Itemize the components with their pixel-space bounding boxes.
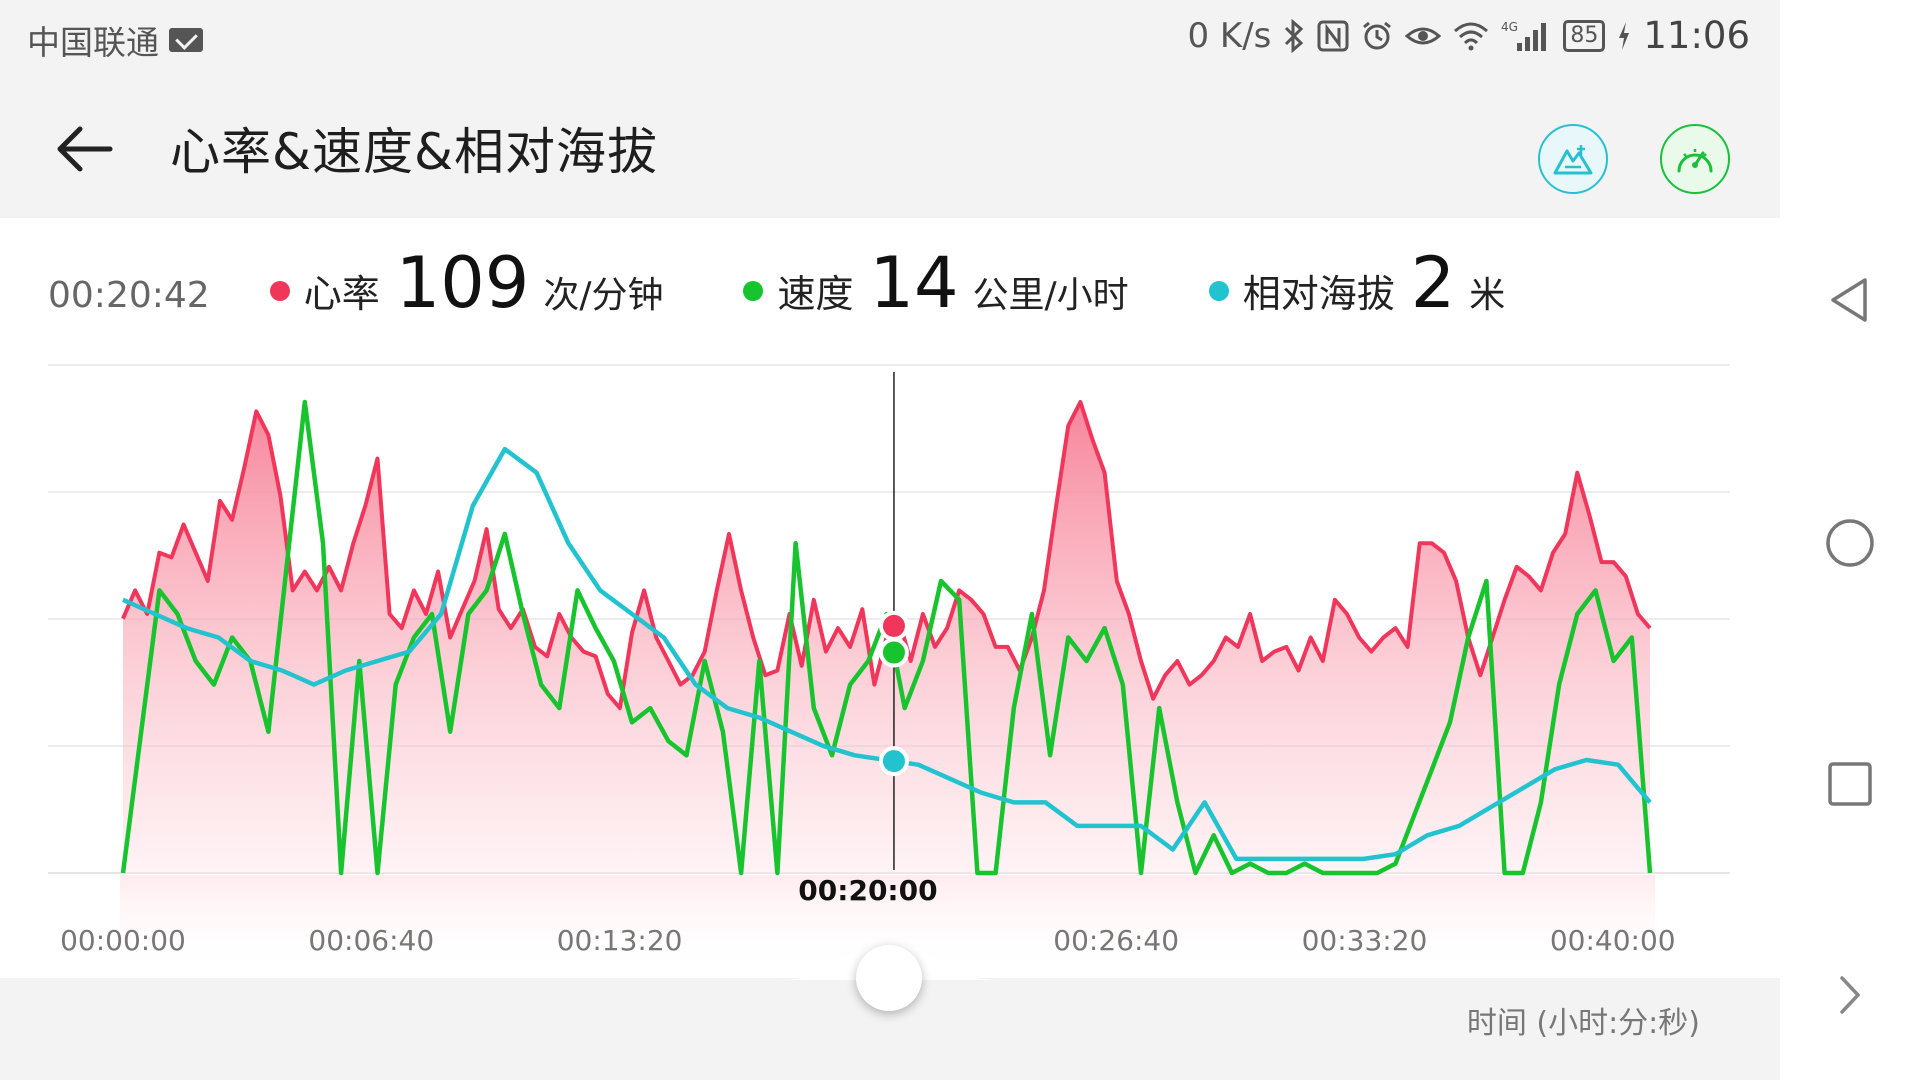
nav-expand-button[interactable] (1810, 955, 1890, 1035)
x-tick-label: 00:33:20 (1302, 924, 1428, 957)
system-nav-bar (1780, 0, 1920, 1080)
nav-back-button[interactable] (1810, 260, 1890, 340)
triangle-back-icon (1831, 278, 1867, 322)
x-tick-label: 00:00:00 (60, 924, 186, 957)
heart-rate-cursor-dot (878, 610, 909, 641)
x-tick-label: 00:13:20 (557, 924, 683, 957)
x-tick-label: 00:06:40 (308, 924, 434, 957)
x-axis-title: 时间 (小时:分:秒) (1466, 1006, 1700, 1041)
cursor-time-label: 00:20:00 (798, 874, 937, 907)
x-tick-label: 00:26:40 (1053, 924, 1179, 957)
chart-svg[interactable]: 00:20:00 00:00:00 00:06:40 00:13:20 00:26:4… (0, 0, 1780, 1000)
circle-home-icon (1826, 519, 1874, 567)
square-recents-icon (1828, 762, 1872, 806)
speed-cursor-dot (878, 637, 909, 668)
altitude-cursor-dot (878, 746, 909, 777)
x-tick-label: 00:40:00 (1550, 924, 1676, 957)
nav-home-button[interactable] (1810, 503, 1890, 583)
timeline-slider-handle[interactable] (856, 945, 922, 1011)
nav-recents-button[interactable] (1810, 744, 1890, 824)
chevron-right-icon (1840, 976, 1861, 1014)
